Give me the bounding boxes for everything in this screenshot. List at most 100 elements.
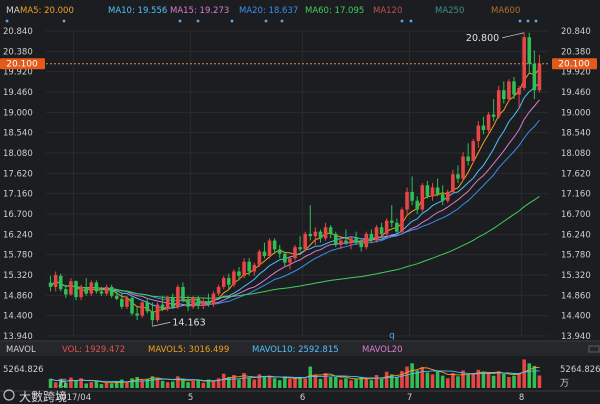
candle-body [227, 278, 231, 285]
volume-bar [109, 383, 114, 388]
price-tick-left: 15.320 [3, 271, 33, 281]
volume-bar [130, 378, 134, 388]
candle-body [486, 114, 491, 131]
high-price-label: 20.800 [466, 33, 499, 44]
price-tick-right: 17.620 [561, 169, 591, 179]
current-price-right-label: 20.100 [558, 60, 590, 70]
price-tick-right: 20.840 [561, 27, 591, 37]
volume-bar [125, 381, 129, 388]
volume-bar [456, 376, 460, 388]
volume-bar [451, 373, 455, 388]
candle-body [440, 194, 445, 201]
candle-body [517, 88, 521, 95]
volume-bar [237, 379, 241, 388]
volume-bar [527, 363, 532, 388]
volume-axis-right: 5264.826 [560, 365, 600, 375]
candle-body [176, 286, 180, 307]
current-price-left-label: 20.100 [6, 60, 38, 70]
volume-bar [288, 378, 292, 388]
volume-bar [507, 376, 511, 388]
header-marker [518, 19, 522, 23]
volume-bar [272, 378, 277, 388]
ma-legend-ma10: MA10: 19.556 [108, 6, 167, 16]
volume-bar [328, 376, 333, 388]
candle-body [114, 295, 119, 299]
price-tick-left: 18.540 [3, 129, 33, 139]
candle-body [471, 141, 476, 161]
volume-bar [349, 380, 353, 388]
candle-body [507, 81, 511, 100]
candle-body [277, 249, 282, 254]
candle-body [221, 278, 226, 287]
volume-bar [481, 371, 486, 388]
header-marker [280, 19, 284, 23]
candle-body [405, 191, 409, 210]
candle-body [476, 125, 481, 142]
header-marker [400, 19, 404, 23]
candle-body [160, 304, 165, 310]
volume-bar [252, 379, 257, 388]
volume-legend-mavol20: MAVOL20 [362, 345, 403, 355]
volume-bar [170, 381, 175, 388]
candle-body [435, 187, 440, 195]
volume-bar [496, 371, 501, 388]
volume-bar [313, 375, 318, 388]
price-tick-left: 16.700 [3, 210, 33, 220]
header-marker [5, 19, 9, 23]
candle-body [89, 282, 94, 294]
volume-bar [267, 375, 272, 388]
candle-body [58, 275, 63, 290]
x-axis-label: 7 [407, 393, 412, 403]
volume-bar [405, 366, 409, 388]
candle-body [496, 90, 501, 117]
volume-bar [354, 378, 358, 388]
candle-body [481, 125, 486, 131]
candle-body [318, 231, 323, 239]
candle-body [242, 261, 246, 276]
candle-body [257, 251, 262, 265]
price-tick-left: 14.860 [3, 291, 33, 301]
volume-bar [420, 367, 425, 388]
candle-body [165, 297, 170, 310]
candle-body [79, 286, 83, 298]
candle-body [191, 297, 195, 307]
volume-bar [435, 371, 440, 388]
candle-body [364, 233, 369, 248]
candle-body [379, 227, 384, 234]
volume-axis-left: 5264.826 [3, 365, 44, 375]
candle-body [99, 291, 104, 294]
header-marker [264, 19, 268, 23]
price-tick-right: 16.240 [561, 230, 591, 240]
volume-bar [517, 373, 521, 388]
volume-bar [364, 378, 369, 388]
price-tick-right: 16.700 [561, 210, 591, 220]
header-marker [526, 19, 530, 23]
price-tick-left: 14.400 [3, 312, 33, 322]
price-tick-right: 14.860 [561, 291, 591, 301]
ma-legend-ma600: MA600 [491, 6, 520, 16]
quick-link-glyph[interactable]: q [389, 331, 395, 341]
volume-bar [303, 378, 307, 388]
candle-body [130, 297, 134, 314]
price-tick-right: 15.320 [561, 271, 591, 281]
candle-body [389, 220, 394, 223]
volume-bar [221, 373, 226, 388]
volume-bar [298, 376, 302, 388]
volume-bar [537, 375, 542, 388]
watermark-text: 大數跨境 [19, 389, 67, 404]
candle-body [532, 63, 537, 91]
candle-body [135, 313, 139, 316]
volume-unit-left: 万 [58, 379, 67, 389]
x-axis-label: 6 [300, 393, 305, 403]
candle-body [186, 300, 190, 307]
candle-body [170, 297, 175, 307]
candle-body [262, 251, 267, 256]
price-tick-left: 16.240 [3, 230, 33, 240]
volume-bar [277, 380, 282, 388]
candle-body [369, 233, 374, 241]
candle-body [84, 286, 88, 294]
volume-legend-mavol5: MAVOL5: 3016.499 [148, 345, 229, 355]
candle-body [232, 271, 236, 285]
volume-bar [379, 378, 384, 388]
candle-body [120, 298, 124, 307]
